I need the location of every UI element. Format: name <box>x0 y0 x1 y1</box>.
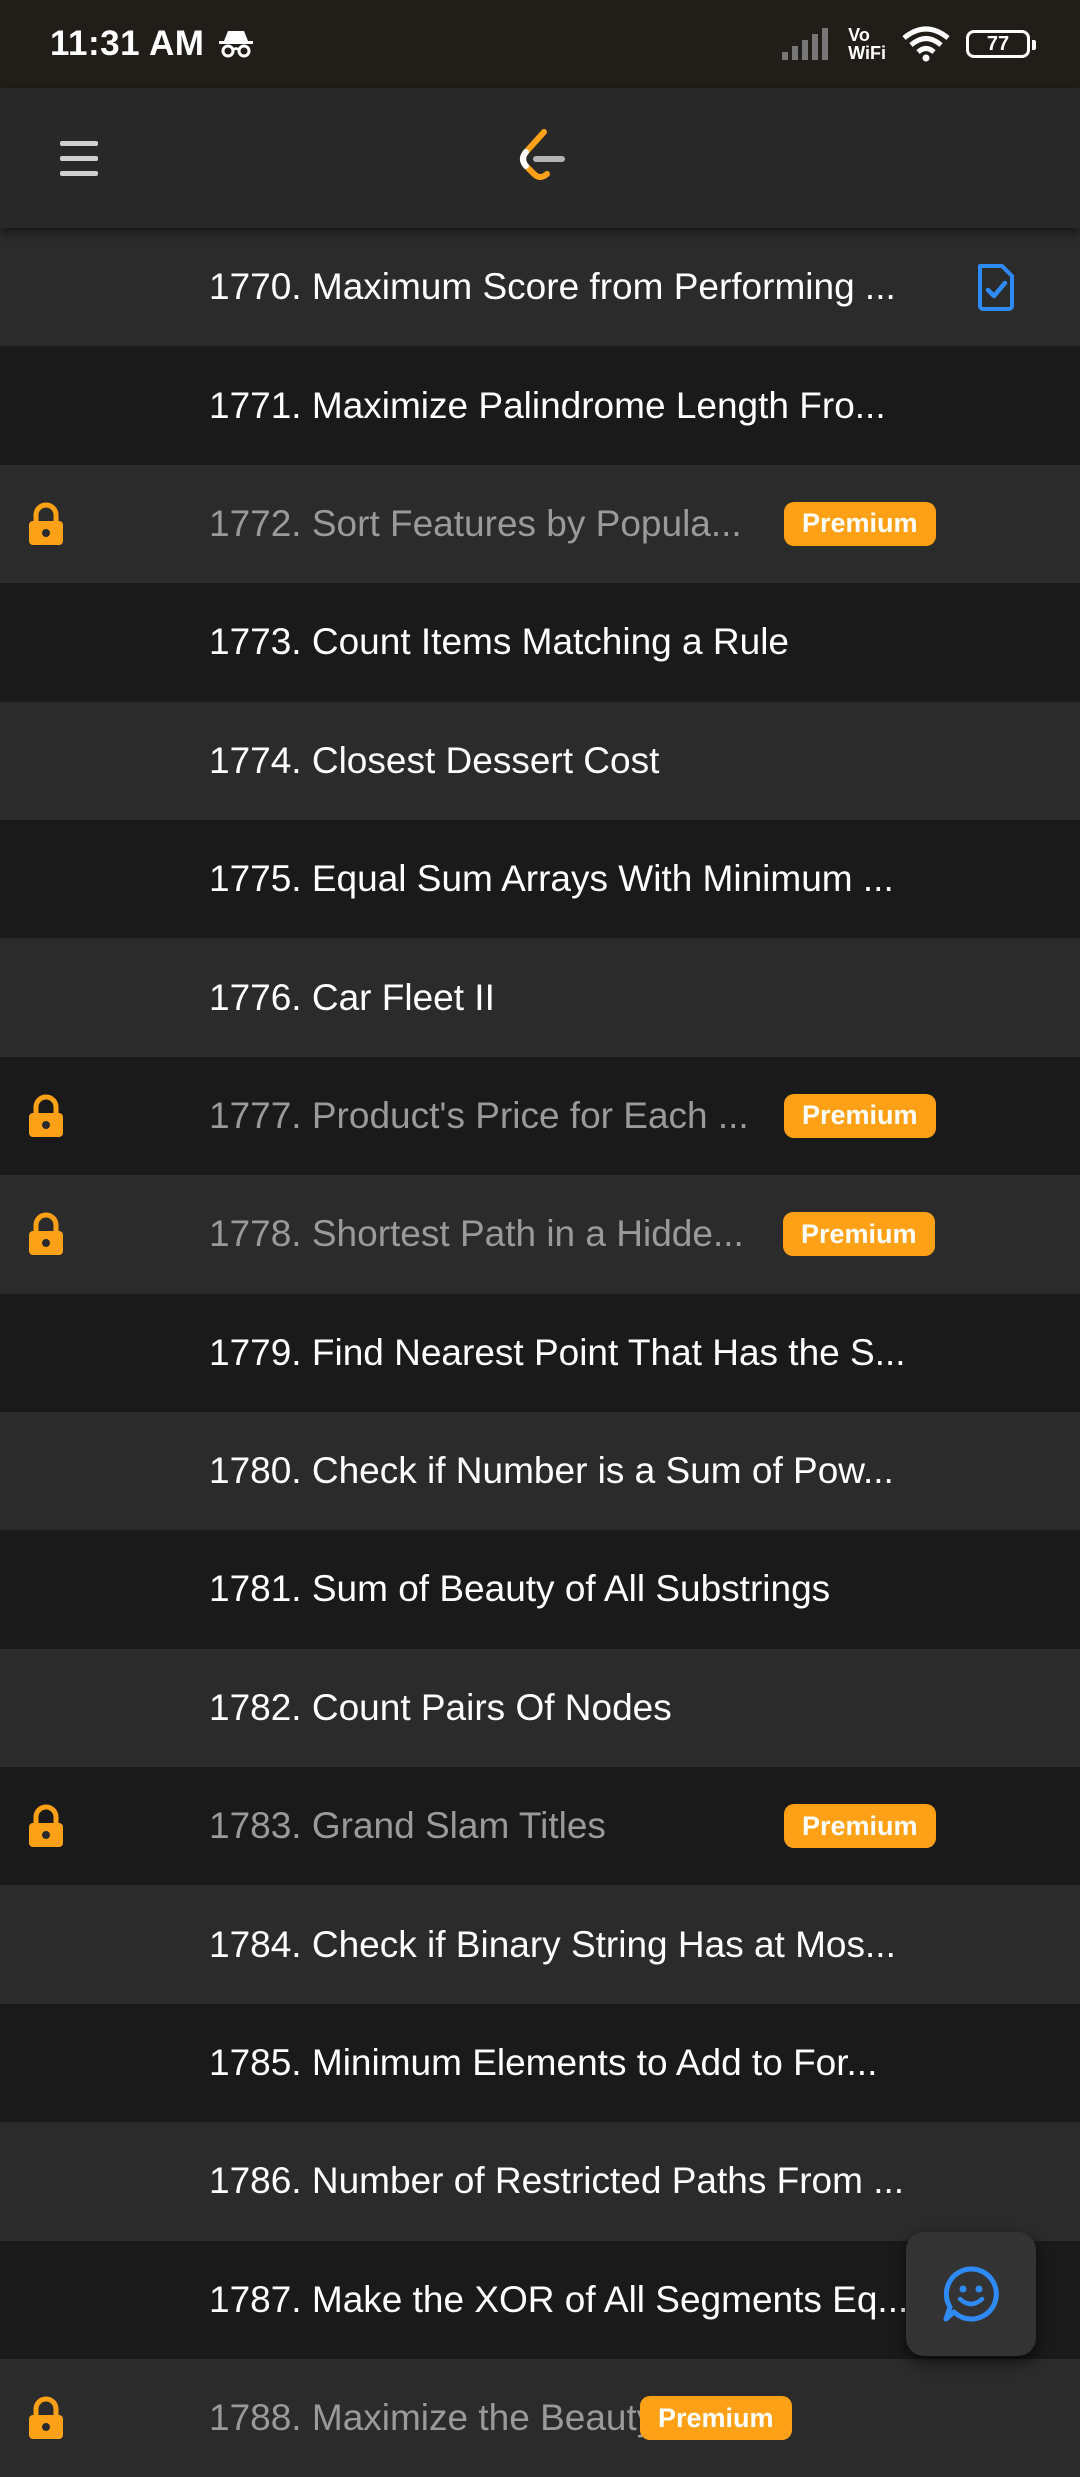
menu-line <box>60 155 98 161</box>
problem-title: 1781. Sum of Beauty of All Substrings <box>209 1568 831 1610</box>
problem-row[interactable]: 1775. Equal Sum Arrays With Minimum ... <box>0 819 1080 939</box>
lock-icon <box>29 1212 63 1256</box>
problem-title: 1772. Sort Features by Popula... <box>209 502 742 544</box>
problem-row[interactable]: 1788. Maximize the Beauty of ... Premium <box>0 2359 1080 2477</box>
problem-title: 1779. Find Nearest Point That Has the S.… <box>209 1331 906 1373</box>
problem-title: 1773. Count Items Matching a Rule <box>209 621 789 663</box>
battery-indicator: 77 <box>966 30 1036 58</box>
menu-line <box>60 170 98 176</box>
wifi-icon <box>902 26 950 62</box>
problem-row[interactable]: 1770. Maximum Score from Performing ... <box>0 228 1080 347</box>
premium-badge: Premium <box>640 2396 792 2441</box>
lock-icon <box>29 2396 63 2440</box>
problem-row[interactable]: 1771. Maximize Palindrome Length Fro... <box>0 346 1080 465</box>
status-time: 11:31 AM <box>50 24 205 63</box>
problem-row[interactable]: 1778. Shortest Path in a Hidde... Premium <box>0 1175 1080 1294</box>
premium-badge: Premium <box>783 1212 935 1257</box>
vowifi-indicator: Vo WiFi <box>848 26 886 62</box>
problem-row[interactable]: 1781. Sum of Beauty of All Substrings <box>0 1530 1080 1649</box>
feedback-smile-icon <box>943 2266 999 2322</box>
incognito-icon <box>219 31 254 58</box>
problem-title: 1777. Product's Price for Each ... <box>209 1094 749 1136</box>
problem-row[interactable]: 1785. Minimum Elements to Add to For... <box>0 2003 1080 2123</box>
leetcode-logo-icon[interactable] <box>510 126 572 188</box>
problem-title: 1770. Maximum Score from Performing ... <box>209 266 896 308</box>
problem-row[interactable]: 1782. Count Pairs Of Nodes <box>0 1648 1080 1768</box>
solved-check-icon <box>978 264 1014 312</box>
problem-row[interactable]: 1780. Check if Number is a Sum of Pow... <box>0 1411 1080 1531</box>
problem-title: 1782. Count Pairs Of Nodes <box>209 1686 672 1728</box>
menu-button[interactable] <box>60 132 112 184</box>
problem-row[interactable]: 1783. Grand Slam Titles Premium <box>0 1767 1080 1886</box>
problem-row[interactable]: 1776. Car Fleet II <box>0 938 1080 1057</box>
app-header <box>0 88 1080 228</box>
lock-icon <box>29 1094 63 1137</box>
problem-row[interactable]: 1786. Number of Restricted Paths From ..… <box>0 2122 1080 2241</box>
problem-row[interactable]: 1784. Check if Binary String Has at Mos.… <box>0 1885 1080 2004</box>
premium-badge: Premium <box>784 1093 936 1138</box>
status-bar: 11:31 AM Vo WiFi 77 <box>0 0 1080 88</box>
problem-title: 1771. Maximize Palindrome Length Fro... <box>209 384 886 426</box>
problem-title: 1787. Make the XOR of All Segments Eq... <box>209 2278 909 2320</box>
problem-title: 1776. Car Fleet II <box>209 976 495 1018</box>
hamburger-menu-icon <box>60 140 98 146</box>
premium-badge: Premium <box>784 1804 936 1849</box>
signal-icon <box>782 28 829 60</box>
status-left: 11:31 AM <box>50 24 254 64</box>
problem-row[interactable]: 1772. Sort Features by Popula... Premium <box>0 464 1080 584</box>
lock-icon <box>29 1804 63 1848</box>
vowifi-bottom: WiFi <box>848 43 886 63</box>
problem-title: 1778. Shortest Path in a Hidde... <box>209 1213 744 1255</box>
lock-icon <box>29 502 63 545</box>
problem-title: 1786. Number of Restricted Paths From ..… <box>209 2160 905 2202</box>
premium-badge: Premium <box>784 501 936 546</box>
problem-title: 1775. Equal Sum Arrays With Minimum ... <box>209 858 894 900</box>
problem-title: 1785. Minimum Elements to Add to For... <box>209 2042 878 2084</box>
problem-title: 1783. Grand Slam Titles <box>209 1805 606 1847</box>
problem-list: 1770. Maximum Score from Performing ... 1… <box>0 228 1080 2477</box>
problem-row[interactable]: 1774. Closest Dessert Cost <box>0 701 1080 820</box>
problem-row[interactable]: 1779. Find Nearest Point That Has the S.… <box>0 1293 1080 1412</box>
problem-row[interactable]: 1773. Count Items Matching a Rule <box>0 583 1080 702</box>
problem-title: 1784. Check if Binary String Has at Mos.… <box>209 1923 896 1965</box>
problem-row[interactable]: 1777. Product's Price for Each ... Premiu… <box>0 1056 1080 1176</box>
problem-title: 1774. Closest Dessert Cost <box>209 739 660 781</box>
feedback-button[interactable] <box>906 2232 1036 2356</box>
vowifi-top: Vo <box>848 25 870 45</box>
status-right: Vo WiFi 77 <box>782 26 1036 62</box>
problem-title: 1780. Check if Number is a Sum of Pow... <box>209 1450 894 1492</box>
